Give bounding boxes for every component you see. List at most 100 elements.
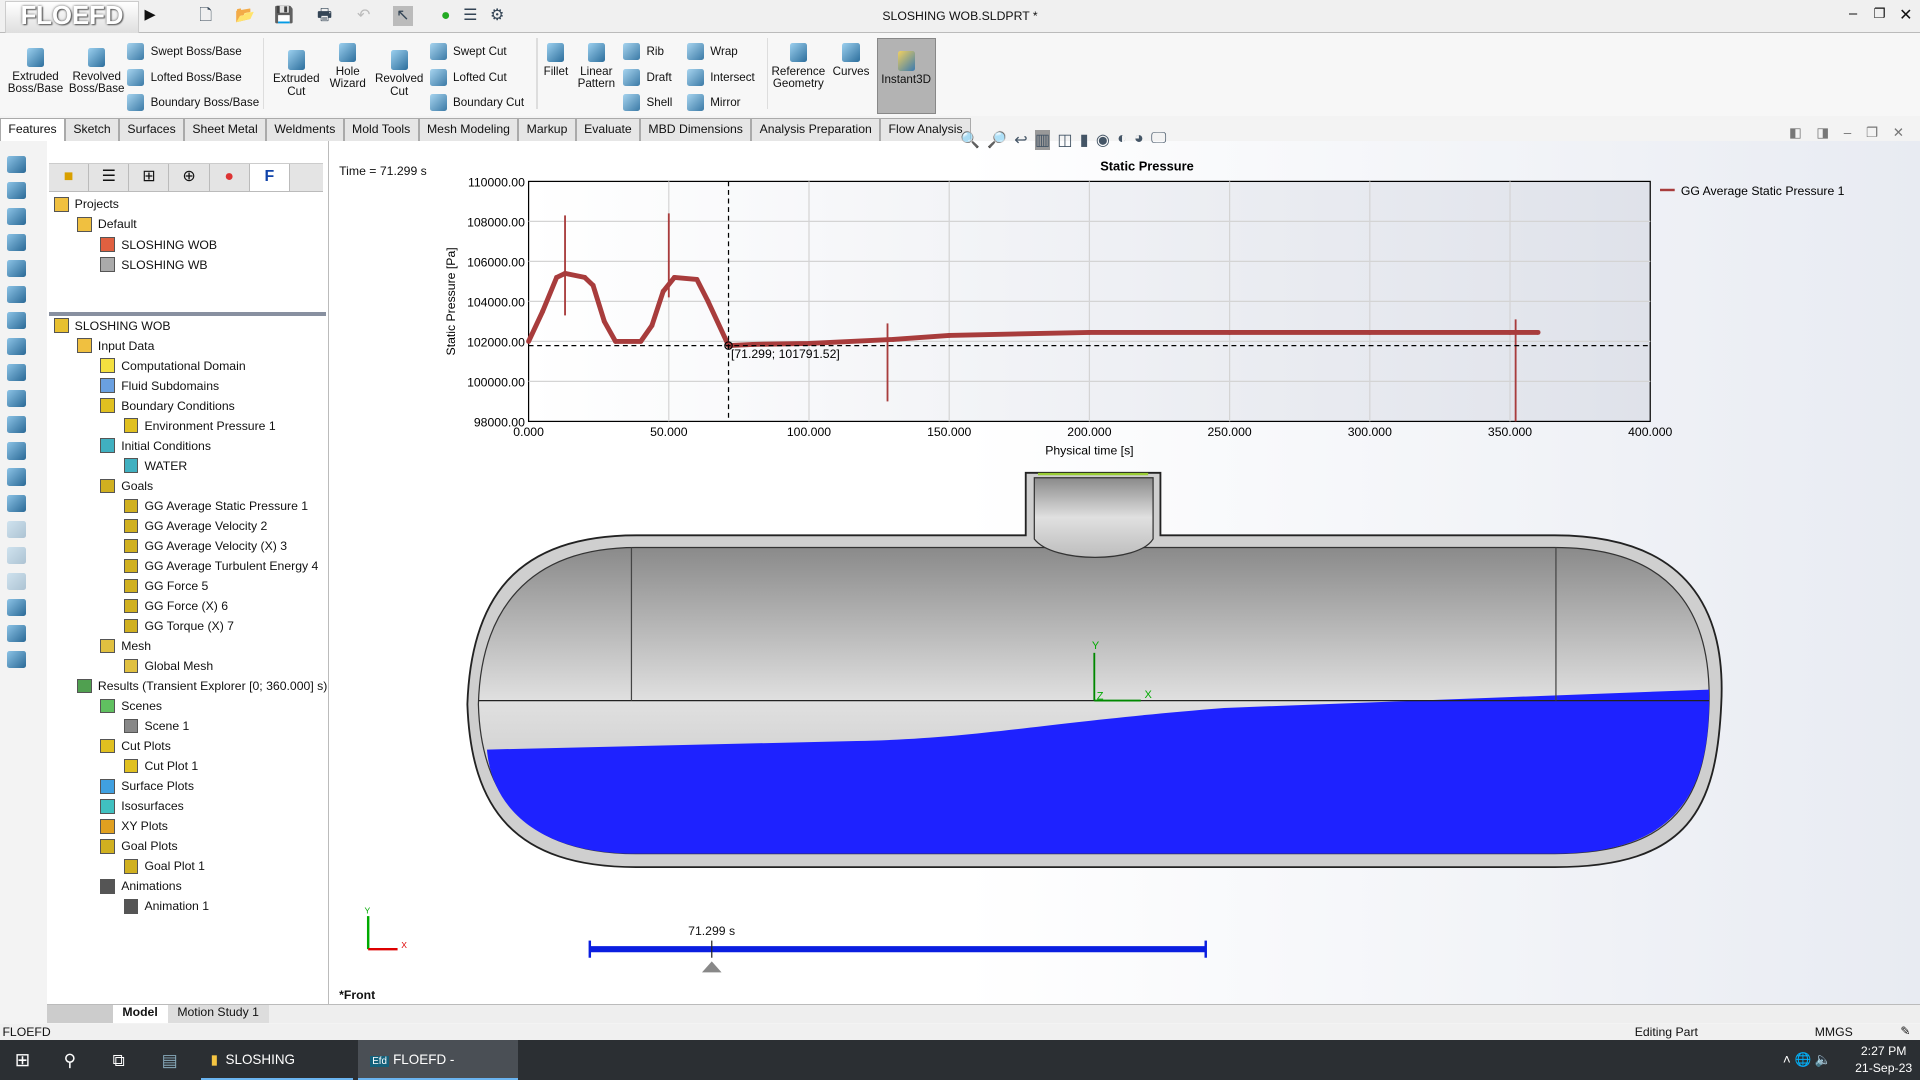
shortcut-tool-icon[interactable] — [7, 311, 26, 330]
close-button[interactable]: ✕ — [1899, 5, 1912, 25]
tab-scroll-arrows[interactable] — [46, 1005, 113, 1024]
tab-mbd-dimensions[interactable]: MBD Dimensions — [640, 117, 752, 141]
tab-model[interactable]: Model — [112, 1005, 168, 1024]
lofted-boss-button[interactable]: Lofted Boss/Base — [127, 68, 242, 86]
tab-surfaces[interactable]: Surfaces — [119, 117, 185, 141]
system-tray-icons[interactable]: ˄ 🌐 🔈 — [1783, 1040, 1832, 1080]
shortcut-tool-icon[interactable] — [7, 546, 26, 564]
tab-motion-study-1[interactable]: Motion Study 1 — [167, 1005, 269, 1024]
taskbar-app-floefd[interactable]: Efd FLOEFD - [SLOSHI... — [357, 1039, 518, 1080]
tree-item[interactable]: Projects — [53, 195, 119, 215]
tab-markup[interactable]: Markup — [518, 117, 576, 141]
tree-item[interactable]: SLOSHING WB — [100, 255, 208, 275]
units-selector[interactable]: MMGS — [1815, 1025, 1853, 1039]
shortcut-tool-icon[interactable] — [7, 416, 26, 434]
start-icon[interactable]: ⊞ — [15, 1040, 30, 1080]
tree-item[interactable]: Input Data — [77, 336, 154, 356]
tab-evaluate[interactable]: Evaluate — [575, 117, 641, 141]
tree-item[interactable]: GG Force 5 — [123, 576, 208, 596]
tree-item[interactable]: Goal Plots — [100, 836, 178, 856]
tab-features[interactable]: Features — [0, 117, 65, 141]
shortcut-tool-icon[interactable] — [7, 624, 26, 643]
swept-boss-button[interactable]: Swept Boss/Base — [127, 42, 242, 60]
revolved-boss-button[interactable]: Revolved Boss/Base — [69, 47, 125, 96]
revolved-cut-button[interactable]: Revolved Cut — [373, 50, 424, 98]
restore-button[interactable]: ❐ — [1873, 6, 1885, 22]
tree-item[interactable]: GG Average Turbulent Energy 4 — [123, 556, 318, 576]
tree-item[interactable]: Results (Transient Explorer [0; 360.000]… — [77, 676, 327, 696]
shortcut-tool-icon[interactable] — [7, 259, 26, 277]
search-icon[interactable]: ⚲ — [64, 1040, 77, 1080]
lofted-cut-button[interactable]: Lofted Cut — [429, 68, 507, 86]
flow-analysis-tab-icon[interactable]: F — [249, 163, 290, 191]
dimxpert-tab-icon[interactable]: ⊕ — [169, 163, 210, 191]
minimize-view-icon[interactable]: – — [1844, 125, 1851, 141]
shortcut-tool-icon[interactable] — [7, 598, 26, 617]
time-slider-handle[interactable] — [702, 961, 722, 973]
tree-item[interactable]: Cut Plots — [100, 736, 171, 756]
next-icon[interactable]: ◨ — [1816, 125, 1829, 141]
close-view-icon[interactable]: ✕ — [1893, 125, 1904, 141]
tree-item[interactable]: Goal Plot 1 — [123, 856, 205, 876]
shortcut-tool-icon[interactable] — [7, 233, 26, 251]
reference-geometry-button[interactable]: Reference Geometry — [770, 42, 826, 91]
minimize-button[interactable]: – — [1849, 6, 1857, 22]
tree-item[interactable]: GG Average Velocity 2 — [123, 516, 267, 536]
shortcut-tool-icon[interactable] — [7, 181, 26, 199]
tree-item[interactable]: XY Plots — [100, 816, 168, 836]
previous-icon[interactable]: ◧ — [1789, 125, 1802, 141]
task-view-icon[interactable]: ⧉ — [113, 1040, 125, 1080]
wrap-button[interactable]: Wrap — [686, 42, 738, 60]
shortcut-tool-icon[interactable] — [7, 494, 26, 512]
tree-item[interactable]: Goals — [100, 476, 153, 496]
fillet-button[interactable]: Fillet — [539, 42, 573, 79]
tab-flow-analysis[interactable]: Flow Analysis — [880, 117, 971, 141]
restore-view-icon[interactable]: ❐ — [1866, 125, 1878, 141]
instant3d-button[interactable]: Instant3D — [876, 37, 936, 114]
shortcut-tool-icon[interactable] — [7, 338, 26, 356]
tab-sketch[interactable]: Sketch — [64, 117, 120, 141]
tree-item[interactable]: GG Average Velocity (X) 3 — [123, 536, 287, 556]
boundary-cut-button[interactable]: Boundary Cut — [429, 94, 524, 112]
graphics-area[interactable]: Time = 71.299 s 🔍 🔎 ↩ ▥ ◫ ▮ ◉ ◐ ◕ 🖵 ◧ ◨ – ❐ ✕ 0.000 50… — [329, 125, 1920, 1005]
shortcut-tool-icon[interactable] — [7, 520, 26, 538]
tree-item[interactable]: Fluid Subdomains — [100, 376, 219, 396]
shortcut-tool-icon[interactable] — [7, 651, 26, 669]
tree-item[interactable]: Scene 1 — [123, 716, 189, 736]
notepad-icon[interactable]: ▤ — [162, 1040, 178, 1080]
tree-item[interactable]: GG Force (X) 6 — [123, 596, 228, 616]
tree-item[interactable]: Scenes — [100, 696, 162, 716]
tree-item[interactable]: Initial Conditions — [100, 436, 211, 456]
shortcut-tool-icon[interactable] — [7, 468, 26, 486]
tree-item[interactable]: WATER — [123, 456, 187, 476]
configuration-manager-tab-icon[interactable]: ⊞ — [129, 163, 170, 191]
draft-button[interactable]: Draft — [623, 68, 672, 86]
tree-item[interactable]: SLOSHING WOB — [100, 235, 217, 255]
tab-mesh-modeling[interactable]: Mesh Modeling — [418, 117, 519, 141]
mirror-button[interactable]: Mirror — [686, 94, 741, 112]
rib-button[interactable]: Rib — [623, 42, 664, 60]
display-manager-tab-icon[interactable]: ● — [210, 163, 250, 191]
property-manager-tab-icon[interactable]: ☰ — [89, 163, 130, 191]
shortcut-tool-icon[interactable] — [7, 390, 26, 408]
tab-analysis-preparation[interactable]: Analysis Preparation — [751, 117, 881, 141]
tree-item[interactable]: Boundary Conditions — [100, 396, 235, 416]
feature-manager-tab-icon[interactable]: ■ — [49, 163, 90, 191]
tree-item[interactable]: Animation 1 — [123, 897, 209, 917]
shortcut-tool-icon[interactable] — [7, 442, 26, 460]
tree-item[interactable]: Mesh — [100, 636, 151, 656]
linear-pattern-button[interactable]: Linear Pattern — [573, 42, 620, 91]
shortcut-tool-icon[interactable] — [7, 285, 26, 304]
clock[interactable]: 2:27 PM 21-Sep-23 — [1855, 1043, 1912, 1077]
tree-item[interactable]: Cut Plot 1 — [123, 756, 198, 776]
tree-item[interactable]: Isosurfaces — [100, 796, 184, 816]
tree-item[interactable]: Surface Plots — [100, 776, 194, 796]
curves-button[interactable]: Curves — [830, 42, 872, 79]
hole-wizard-button[interactable]: Hole Wizard — [323, 42, 372, 91]
shortcut-tool-icon[interactable] — [7, 155, 26, 173]
customize-icon[interactable]: ✎ — [1900, 1024, 1910, 1038]
tree-item[interactable]: GG Average Static Pressure 1 — [123, 496, 308, 516]
shortcut-tool-icon[interactable] — [7, 572, 26, 590]
extruded-boss-button[interactable]: Extruded Boss/Base — [7, 47, 63, 96]
tree-item[interactable]: SLOSHING WOB — [53, 316, 171, 336]
